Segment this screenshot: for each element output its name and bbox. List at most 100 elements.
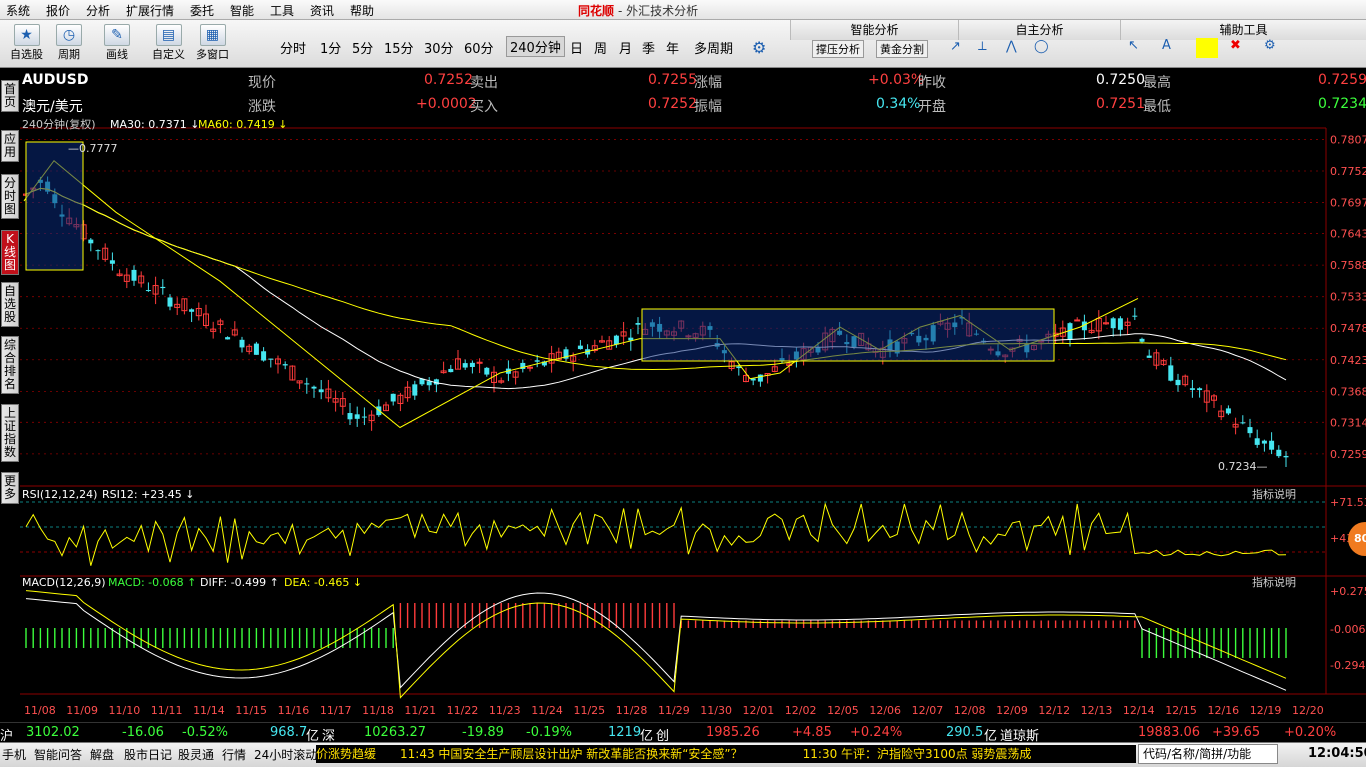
side-tab-2[interactable]: 分时图: [1, 174, 19, 219]
period-8[interactable]: 周: [594, 38, 607, 57]
bottom-item-1[interactable]: 智能问答: [34, 746, 82, 763]
app-title: 同花顺 - 外汇技术分析: [578, 2, 698, 19]
toolbar-button-1[interactable]: ◷ 周期: [56, 24, 82, 62]
menu-item-3[interactable]: 扩展行情: [126, 2, 174, 19]
ma60-label: MA60: 0.7419 ↓: [198, 118, 287, 131]
period-12[interactable]: 多周期: [694, 38, 733, 57]
kline-chart[interactable]: 240分钟(复权) MA30: 0.7371 ↓MA60: 0.7419 ↓ 0.7…: [20, 68, 1366, 722]
aux-tools-header[interactable]: 辅助工具: [1120, 20, 1366, 40]
xaxis-label-16: 11/30: [700, 704, 732, 717]
candle-body: [239, 339, 245, 348]
draw-tool-icon-0[interactable]: ↗: [950, 39, 961, 54]
status-item-9: -0.19%: [526, 725, 572, 740]
xaxis-label-28: 12/16: [1207, 704, 1239, 717]
period-6[interactable]: 240分钟: [506, 36, 565, 57]
price-tick-6: 0.7478: [1330, 322, 1366, 335]
candle-body: [1197, 388, 1203, 391]
bottom-item-6[interactable]: 24小时滚动: [254, 746, 317, 763]
draw-tool-icon-3[interactable]: ◯: [1034, 39, 1049, 54]
toolbar-button-3[interactable]: ▤ 自定义: [152, 24, 185, 62]
draw-tool-icon-2[interactable]: ⋀: [1006, 39, 1017, 54]
rsi-note-button[interactable]: 指标说明: [1252, 487, 1296, 501]
draw-tool-icon-1[interactable]: ⟂: [978, 39, 987, 54]
macd-note-button[interactable]: 指标说明: [1252, 575, 1296, 589]
candle-body: [361, 416, 367, 418]
candle-body: [469, 362, 475, 367]
news-ticker[interactable]: 价涨势趋缓 11:43 中国安全生产顾层设计出炉 新改革能否换来新“安全感”？ …: [316, 745, 1136, 763]
support-resistance-button[interactable]: 撑压分析: [812, 40, 864, 58]
macd-diff: DIFF: -0.499 ↑: [200, 576, 279, 589]
macd-value: MACD: -0.068 ↑: [108, 576, 196, 589]
aux-tool-icon-0[interactable]: ↖: [1128, 38, 1139, 53]
candle-body: [261, 351, 267, 361]
menu-item-5[interactable]: 智能: [230, 2, 254, 19]
clock: 12:04:50: [1308, 746, 1366, 761]
smart-analysis-header[interactable]: 智能分析: [790, 20, 958, 40]
status-item-16: 290.5: [946, 725, 984, 740]
period-7[interactable]: 日: [570, 38, 583, 57]
price-tick-2: 0.7697: [1330, 197, 1366, 210]
price-tick-8: 0.7368: [1330, 385, 1366, 398]
menu-item-1[interactable]: 报价: [46, 2, 70, 19]
side-tab-5[interactable]: 综合排名: [1, 336, 19, 394]
toolbar-icon-3: ▤: [155, 24, 182, 46]
xaxis-label-10: 11/22: [447, 704, 479, 717]
candle-body: [613, 335, 619, 345]
side-tab-7[interactable]: 更多: [1, 472, 19, 504]
bottom-item-3[interactable]: 股市日记: [124, 746, 172, 763]
toolbar-button-4[interactable]: ▦ 多窗口: [196, 24, 229, 62]
xaxis-label-30: 12/20: [1292, 704, 1324, 717]
aux-tool-icon-4[interactable]: ⚙: [1264, 38, 1276, 53]
aux-tool-icon-2[interactable]: □: [1196, 38, 1218, 58]
side-tab-3[interactable]: K线图: [1, 230, 19, 275]
candle-body: [347, 413, 353, 420]
period-4[interactable]: 30分: [424, 38, 454, 57]
search-box[interactable]: 代码/名称/简拼/功能: [1138, 744, 1278, 764]
settings-gear-icon[interactable]: ⚙: [752, 38, 766, 57]
index-status-bar: 沪 3102.02 -16.06 -0.52% 968.7 亿深 10263.27 -19.8…: [0, 722, 1366, 744]
toolbar-button-2[interactable]: ✎ 画线: [104, 24, 130, 62]
aux-tool-icon-3[interactable]: ✖: [1230, 38, 1241, 53]
candle-body: [1175, 379, 1181, 386]
period-9[interactable]: 月: [619, 38, 632, 57]
candle-body: [1110, 318, 1116, 329]
menu-item-7[interactable]: 资讯: [310, 2, 334, 19]
aux-tool-icon-1[interactable]: A: [1162, 38, 1171, 53]
menu-item-0[interactable]: 系统: [6, 2, 30, 19]
self-analysis-header[interactable]: 自主分析: [958, 20, 1120, 40]
bottom-item-2[interactable]: 解盘: [90, 746, 114, 763]
period-11[interactable]: 年: [666, 38, 679, 57]
side-tab-4[interactable]: 自选股: [1, 282, 19, 327]
side-tab-0[interactable]: 首页: [1, 80, 19, 112]
bottom-bar: 价涨势趋缓 11:43 中国安全生产顾层设计出炉 新改革能否换来新“安全感”？ …: [0, 742, 1366, 767]
toolbar-label-3: 自定义: [152, 48, 185, 61]
menu-item-6[interactable]: 工具: [270, 2, 294, 19]
candle-body: [167, 297, 173, 307]
menu-item-8[interactable]: 帮助: [350, 2, 374, 19]
period-10[interactable]: 季: [642, 38, 655, 57]
period-5[interactable]: 60分: [464, 38, 494, 57]
xaxis-label-26: 12/14: [1123, 704, 1155, 717]
menu-item-4[interactable]: 委托: [190, 2, 214, 19]
bottom-item-5[interactable]: 行情: [222, 746, 246, 763]
app-logo: 同花顺: [578, 4, 615, 18]
status-item-4: 968.7: [270, 725, 308, 740]
menu-item-2[interactable]: 分析: [86, 2, 110, 19]
golden-section-button[interactable]: 黄金分割: [876, 40, 928, 58]
bottom-item-0[interactable]: 手机: [2, 746, 26, 763]
candle-body: [527, 366, 533, 369]
candle-body: [311, 386, 317, 389]
side-tab-6[interactable]: 上证指数: [1, 404, 19, 462]
period-1[interactable]: 1分: [320, 38, 341, 57]
candle-body: [426, 381, 432, 386]
candle-body: [448, 368, 454, 373]
toolbar-icon-4: ▦: [199, 24, 226, 46]
period-0[interactable]: 分时: [280, 38, 306, 57]
period-2[interactable]: 5分: [352, 38, 373, 57]
xaxis-label-20: 12/06: [869, 704, 901, 717]
period-3[interactable]: 15分: [384, 38, 414, 57]
toolbar-button-0[interactable]: ★ 自选股: [10, 24, 43, 62]
side-tab-1[interactable]: 应用: [1, 130, 19, 162]
max-price-label: —0.7777: [68, 142, 118, 155]
bottom-item-4[interactable]: 股灵通: [178, 746, 214, 763]
